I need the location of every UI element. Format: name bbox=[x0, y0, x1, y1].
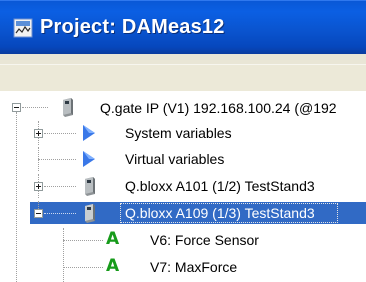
tree-line bbox=[44, 213, 76, 214]
device-icon bbox=[85, 204, 95, 223]
tree-node-root[interactable]: Q.gate IP (V1) 192.168.100.24 (@192 bbox=[0, 95, 366, 119]
device-icon bbox=[63, 98, 73, 117]
project-window: Project: DAMeas12 Q.gate IP (V1) 192.168… bbox=[0, 0, 366, 282]
tree-node-virtual-variables[interactable]: Virtual variables bbox=[0, 147, 366, 171]
collapse-toggle-icon[interactable] bbox=[12, 103, 21, 112]
tree-line bbox=[63, 240, 103, 241]
tree-line bbox=[63, 267, 103, 268]
arrow-icon bbox=[83, 125, 95, 141]
tree-line bbox=[44, 133, 76, 134]
tree-node-label: V7: MaxForce bbox=[150, 259, 238, 275]
device-icon bbox=[85, 177, 95, 196]
tree-node-qbloxx-a109[interactable]: Q.bloxx A109 (1/3) TestStand3 bbox=[0, 201, 366, 225]
tree-node-label: Q.bloxx A101 (1/2) TestStand3 bbox=[125, 178, 315, 194]
arrow-icon bbox=[83, 151, 95, 167]
analog-channel-icon: A bbox=[106, 256, 120, 276]
tree-node-system-variables[interactable]: System variables bbox=[0, 121, 366, 145]
tree-line bbox=[44, 186, 76, 187]
tree-node-label: Q.gate IP (V1) 192.168.100.24 (@192 bbox=[100, 100, 337, 116]
tree-node-v7-maxforce[interactable]: A V7: MaxForce bbox=[0, 255, 366, 279]
tree-node-label: Virtual variables bbox=[125, 151, 225, 167]
tree-node-qbloxx-a101[interactable]: Q.bloxx A101 (1/2) TestStand3 bbox=[0, 174, 366, 198]
tree-line bbox=[38, 159, 76, 160]
tree-line bbox=[22, 107, 48, 108]
tree-node-label: V6: Force Sensor bbox=[150, 232, 259, 248]
tree-node-label: System variables bbox=[125, 125, 232, 141]
tree-node-v6-force-sensor[interactable]: A V6: Force Sensor bbox=[0, 228, 366, 252]
project-tree[interactable]: Q.gate IP (V1) 192.168.100.24 (@192 Syst… bbox=[0, 0, 366, 282]
analog-channel-icon: A bbox=[106, 229, 120, 249]
tree-node-label: Q.bloxx A109 (1/3) TestStand3 bbox=[125, 205, 315, 221]
expand-toggle-icon[interactable] bbox=[34, 129, 43, 138]
expand-toggle-icon[interactable] bbox=[34, 182, 43, 191]
collapse-toggle-icon[interactable] bbox=[34, 209, 43, 218]
